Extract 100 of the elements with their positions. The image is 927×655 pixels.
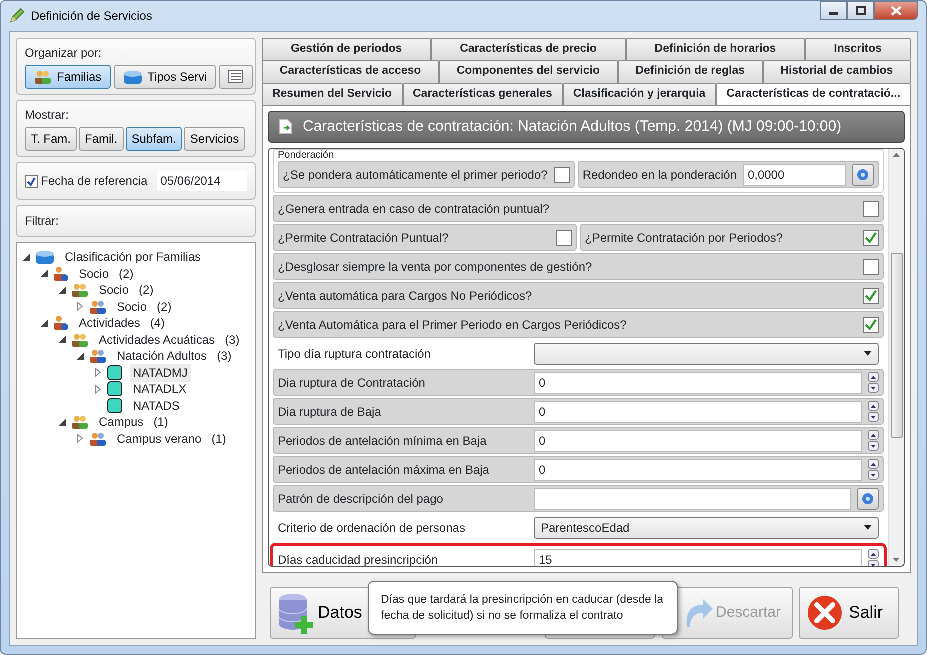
- tab[interactable]: Definición de horarios: [626, 38, 806, 60]
- tree-count: (2): [157, 298, 172, 316]
- list-icon: [228, 70, 244, 84]
- text-field[interactable]: [534, 488, 851, 510]
- people-icon: [89, 348, 107, 364]
- show-button[interactable]: Servicios: [184, 127, 246, 151]
- checkbox[interactable]: [863, 316, 879, 333]
- tab[interactable]: Gestión de periodos: [262, 38, 432, 60]
- dropdown-value: ParentescoEdad: [541, 520, 630, 537]
- date-field[interactable]: 05/06/2014: [156, 171, 247, 191]
- tab[interactable]: Historial de cambios: [762, 60, 912, 82]
- info-button[interactable]: [852, 164, 874, 186]
- checkbox[interactable]: [863, 288, 879, 304]
- tree-item[interactable]: NATADS: [130, 396, 183, 414]
- show-button[interactable]: Subfam.: [126, 127, 182, 151]
- number-field[interactable]: 0: [534, 400, 862, 423]
- tree-item[interactable]: Actividades Acuáticas: [96, 330, 218, 348]
- check-icon: [865, 290, 877, 302]
- people-icon: [71, 332, 89, 348]
- tree-item[interactable]: Clasificación por Familias: [62, 248, 204, 266]
- tree-item[interactable]: Campus: [96, 413, 147, 431]
- people-icon: [34, 69, 52, 85]
- tab[interactable]: Características de precio: [431, 38, 626, 60]
- organize-button[interactable]: [219, 65, 254, 89]
- checkbox[interactable]: [556, 230, 572, 246]
- spin-down-button[interactable]: [868, 470, 879, 480]
- scroll-down-icon: [893, 558, 900, 562]
- field-label: ¿Se pondera automáticamente el primer periodo?: [283, 166, 548, 184]
- organize-button[interactable]: Tipos Servi: [114, 65, 216, 89]
- document-icon: [279, 119, 293, 135]
- collapsed-arrow-icon[interactable]: [95, 384, 101, 394]
- tab[interactable]: Resumen del Servicio: [262, 82, 403, 105]
- check-icon: [27, 176, 36, 186]
- expanded-arrow-icon[interactable]: [22, 254, 30, 260]
- tree-item[interactable]: Campus verano: [114, 430, 205, 448]
- organize-button[interactable]: Familias: [25, 65, 111, 89]
- text-field[interactable]: 0,0000: [742, 164, 846, 186]
- tree-item[interactable]: NATADLX: [130, 380, 190, 398]
- spin-up-button[interactable]: [868, 372, 879, 382]
- section-label: Organizar por:: [25, 45, 103, 62]
- caret-icon: [864, 525, 872, 530]
- minimize-button[interactable]: [820, 1, 847, 20]
- tab[interactable]: Características generales: [402, 82, 563, 105]
- tab[interactable]: Características de contratació...: [716, 82, 912, 105]
- spin-down-button[interactable]: [868, 383, 879, 394]
- tree-item[interactable]: Actividades: [76, 314, 144, 332]
- spin-up-button[interactable]: [868, 459, 879, 470]
- close-button[interactable]: [874, 1, 918, 20]
- collapsed-arrow-icon[interactable]: [77, 302, 83, 311]
- checkbox[interactable]: [863, 230, 879, 246]
- info-button[interactable]: [857, 488, 879, 510]
- down-arrow-icon: [871, 444, 876, 448]
- dropdown[interactable]: ParentescoEdad: [534, 516, 879, 539]
- tree-item[interactable]: Socio: [114, 298, 150, 316]
- spin-down-button[interactable]: [868, 441, 879, 452]
- up-arrow-icon: [871, 552, 876, 556]
- tab[interactable]: Inscritos: [805, 38, 912, 60]
- up-arrow-icon: [871, 462, 876, 466]
- expanded-arrow-icon[interactable]: [40, 270, 48, 277]
- tab[interactable]: Definición de reglas: [618, 60, 763, 82]
- spin-up-button[interactable]: [868, 549, 879, 560]
- number-field[interactable]: 0: [534, 372, 862, 394]
- exit-button[interactable]: Salir: [799, 587, 899, 639]
- checkbox[interactable]: [863, 258, 879, 275]
- field-label: Dia ruptura de Contratación: [278, 374, 426, 392]
- field-label: ¿Permite Contratación Puntual?: [278, 230, 449, 247]
- tree-count: (2): [119, 266, 134, 282]
- maximize-button[interactable]: [847, 1, 874, 20]
- tab[interactable]: Clasificación y jerarquia: [562, 82, 716, 105]
- expanded-arrow-icon[interactable]: [58, 336, 66, 343]
- checkbox[interactable]: [863, 200, 879, 217]
- field-label: Dia ruptura de Baja: [278, 404, 382, 421]
- tab[interactable]: Componentes del servicio: [439, 60, 618, 82]
- dropdown[interactable]: [534, 342, 879, 365]
- number-field[interactable]: 0: [534, 458, 862, 481]
- collapsed-arrow-icon[interactable]: [95, 368, 101, 377]
- up-arrow-icon: [871, 434, 876, 437]
- checkbox[interactable]: [554, 166, 570, 183]
- undo-arrow-icon: [685, 599, 713, 627]
- field-label: ¿Desglosar siempre la venta por componentes de gestión?: [278, 258, 592, 276]
- tree-item[interactable]: Socio: [76, 264, 112, 282]
- field-label: ¿Venta Automática para el Primer Periodo en Cargos Periódicos?: [278, 316, 627, 334]
- down-arrow-icon: [871, 474, 876, 477]
- expanded-arrow-icon[interactable]: [76, 352, 84, 360]
- tab[interactable]: Características de acceso: [262, 60, 439, 82]
- tree-item[interactable]: Socio: [96, 281, 132, 299]
- spin-up-button[interactable]: [868, 430, 879, 440]
- expanded-arrow-icon[interactable]: [40, 320, 48, 326]
- tree-item[interactable]: NATADMJ: [130, 364, 191, 382]
- spin-down-button[interactable]: [868, 412, 879, 422]
- show-button[interactable]: Famil.: [79, 127, 124, 151]
- expanded-arrow-icon[interactable]: [58, 286, 66, 294]
- number-field[interactable]: 0: [534, 430, 862, 452]
- expanded-arrow-icon[interactable]: [58, 418, 66, 426]
- date-checkbox[interactable]: [25, 174, 38, 188]
- tree-item[interactable]: Natación Adultos: [114, 347, 210, 365]
- collapsed-arrow-icon[interactable]: [77, 434, 83, 443]
- show-button[interactable]: T. Fam.: [25, 127, 78, 151]
- number-field[interactable]: 15: [534, 548, 862, 566]
- spin-up-button[interactable]: [868, 401, 879, 412]
